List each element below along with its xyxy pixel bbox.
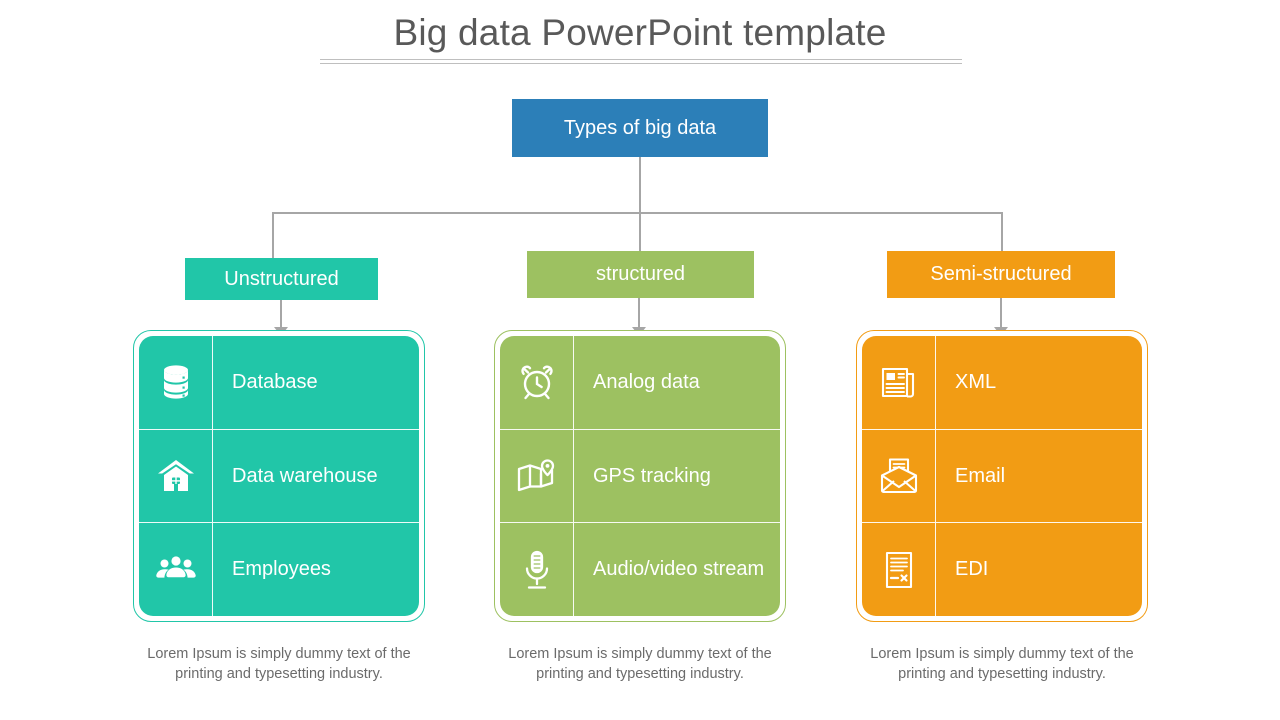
branch-label-unstructured[interactable]: Unstructured — [185, 258, 378, 300]
page-title: Big data PowerPoint template — [393, 12, 887, 53]
card-row-label: Email — [955, 464, 1006, 487]
card-row-audio-video-stream[interactable]: Audio/video stream — [500, 522, 780, 616]
root-node-types-of-big-data[interactable]: Types of big data — [512, 99, 768, 157]
card-row-data-warehouse[interactable]: Data warehouse — [139, 428, 419, 523]
map-pin-icon — [500, 429, 574, 523]
card-row-analog-data[interactable]: Analog data — [500, 336, 780, 429]
slide-canvas: Big data PowerPoint template Types of bi… — [0, 0, 1280, 720]
card-row-label: Data warehouse — [232, 464, 378, 487]
caption-semi-structured: Lorem Ipsum is simply dummy text of the … — [870, 646, 1134, 682]
card-row-label: Analog data — [593, 371, 700, 394]
caption-structured: Lorem Ipsum is simply dummy text of the … — [508, 646, 772, 682]
branch-label-semi-structured[interactable]: Semi-structured — [887, 251, 1115, 298]
card-row-label: XML — [955, 371, 997, 394]
card-row-gps-tracking[interactable]: GPS tracking — [500, 428, 780, 523]
card-semi-structured: XML Email EDI — [856, 330, 1148, 622]
card-row-edi[interactable]: EDI — [862, 522, 1142, 616]
database-icon — [139, 336, 213, 429]
card-unstructured: Database Data warehouse Employees — [133, 330, 425, 622]
card-structured: Analog data GPS tracking Audio/video str… — [494, 330, 786, 622]
root-node-label: Types of big data — [563, 116, 717, 139]
card-row-label: Database — [232, 371, 318, 394]
connector-root-vertical — [639, 157, 641, 213]
warehouse-icon — [139, 429, 213, 523]
card-row-label: Employees — [232, 558, 331, 581]
branch-label-structured[interactable]: structured — [527, 251, 754, 298]
employees-icon — [139, 523, 213, 616]
microphone-icon — [500, 523, 574, 616]
card-row-xml[interactable]: XML — [862, 336, 1142, 429]
card-row-employees[interactable]: Employees — [139, 522, 419, 616]
connector-branch-right — [1001, 212, 1003, 251]
open-envelope-icon — [862, 429, 936, 523]
connector-horizontal-bus — [272, 212, 1003, 214]
card-row-label: EDI — [955, 558, 989, 581]
connector-branch-left — [272, 212, 274, 258]
branch-label-text: structured — [596, 263, 685, 285]
newspaper-icon — [862, 336, 936, 429]
title-divider — [320, 59, 962, 64]
alarm-clock-icon — [500, 336, 574, 429]
branch-label-text: Semi-structured — [930, 263, 1072, 285]
card-row-database[interactable]: Database — [139, 336, 419, 429]
card-row-label: Audio/video stream — [593, 558, 765, 581]
card-row-email[interactable]: Email — [862, 428, 1142, 523]
branch-label-text: Unstructured — [224, 267, 339, 290]
document-x-icon — [862, 523, 936, 616]
card-row-label: GPS tracking — [593, 464, 711, 487]
caption-unstructured: Lorem Ipsum is simply dummy text of the … — [147, 646, 411, 682]
connector-branch-center — [639, 212, 641, 251]
